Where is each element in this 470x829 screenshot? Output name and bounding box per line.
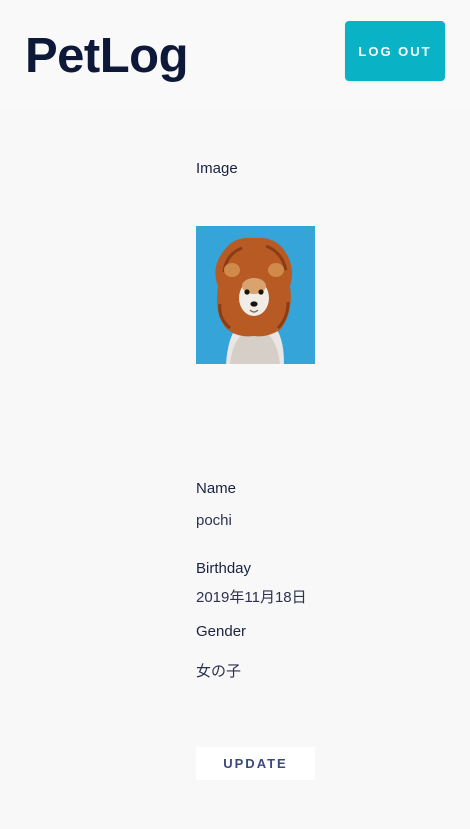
image-label: Image [196, 160, 238, 177]
name-value: pochi [196, 512, 232, 529]
gender-label: Gender [196, 623, 247, 640]
dog-photo-icon [196, 226, 315, 364]
gender-value: 女の子 [196, 663, 242, 680]
birthday-label: Birthday [196, 560, 252, 577]
app-logo: PetLog [25, 29, 189, 83]
header: PetLog LOG OUT [0, 0, 470, 108]
name-label: Name [196, 480, 237, 497]
birthday-value: 2019年11月18日 [196, 589, 307, 606]
logout-button[interactable]: LOG OUT [345, 21, 445, 81]
pet-photo [196, 226, 315, 364]
update-button[interactable]: UPDATE [196, 747, 315, 780]
